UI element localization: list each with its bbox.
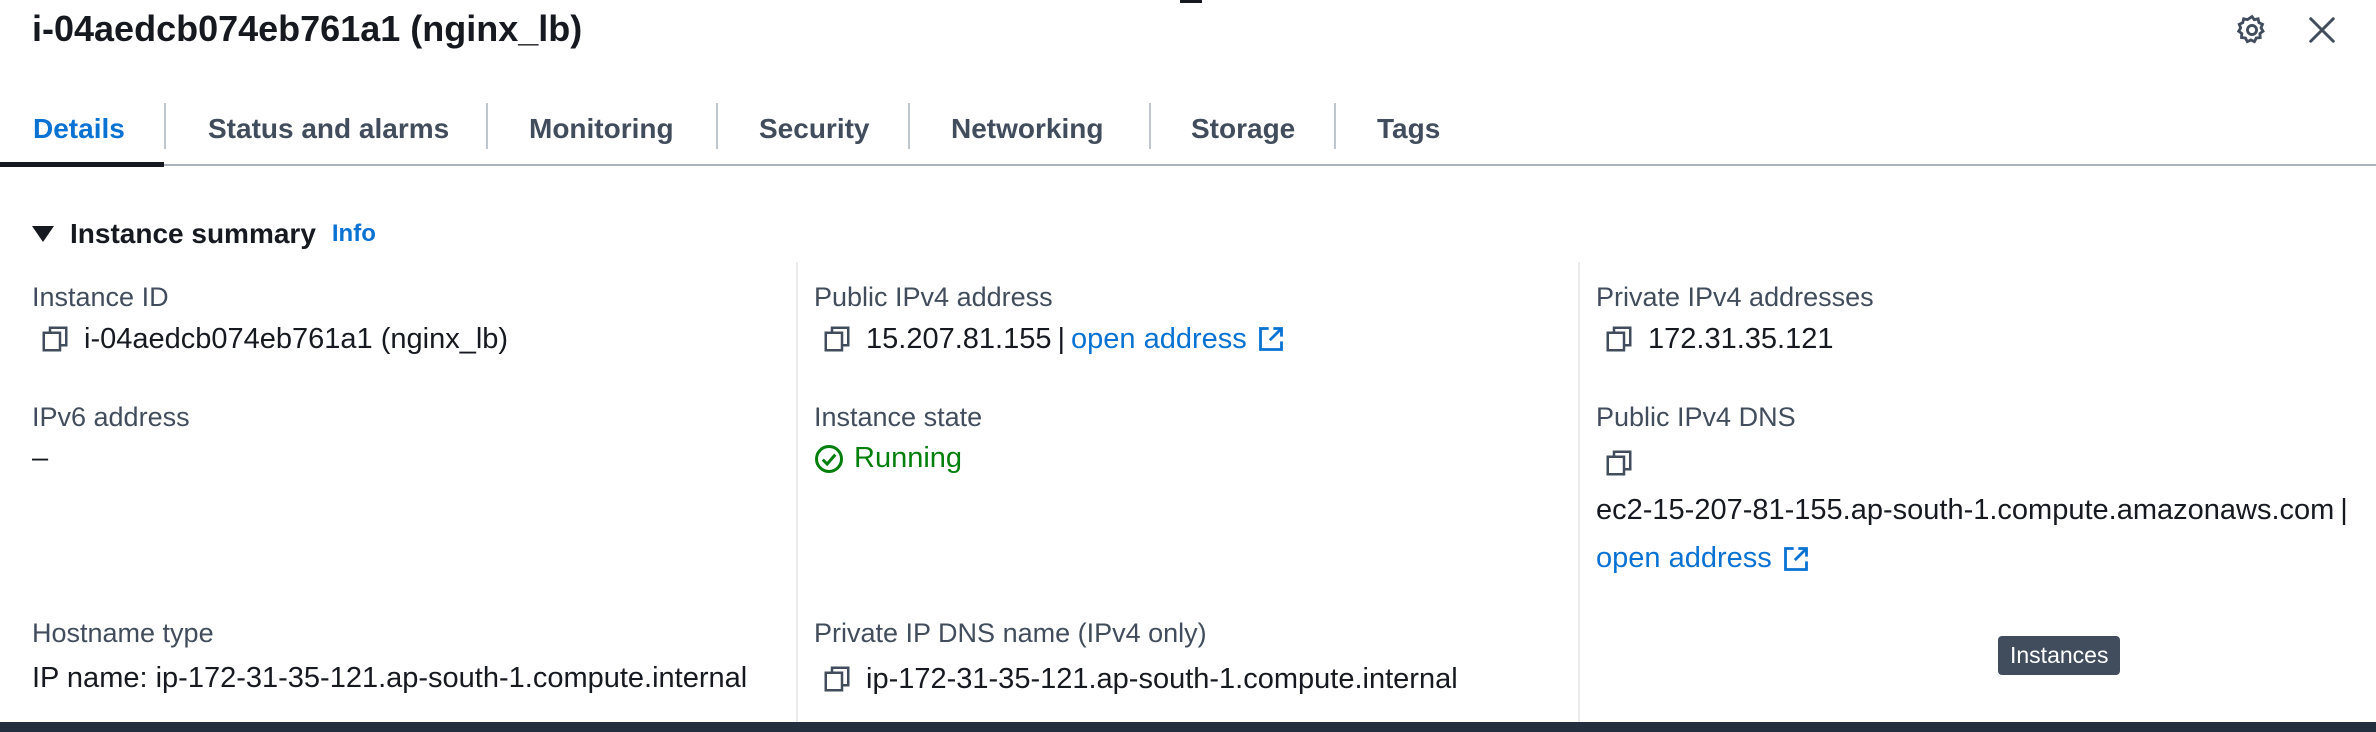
tab-monitoring[interactable]: Monitoring (529, 96, 674, 162)
private-ipv4-value: 172.31.35.121 (1602, 322, 1833, 356)
tab-status-and-alarms[interactable]: Status and alarms (208, 96, 449, 162)
close-button[interactable] (2298, 6, 2346, 54)
top-drag-marker (1180, 0, 1202, 3)
private-dns-value: ip-172-31-35-121.ap-south-1.compute.inte… (820, 662, 1458, 696)
caret-down-icon[interactable] (32, 226, 54, 242)
copy-icon[interactable] (1602, 322, 1636, 356)
hostname-type-label: Hostname type (32, 618, 214, 648)
public-ipv4-text: 15.207.81.155 (866, 322, 1052, 355)
tab-divider (716, 103, 718, 149)
info-link[interactable]: Info (332, 220, 376, 248)
tab-divider (1334, 103, 1336, 149)
public-dns-label: Public IPv4 DNS (1596, 402, 1796, 432)
open-address-text: open address (1071, 322, 1247, 355)
ipv6-value: – (32, 442, 49, 474)
tab-tags[interactable]: Tags (1377, 96, 1440, 162)
value-separator: | (2340, 494, 2348, 526)
tab-divider (1149, 103, 1151, 149)
open-address-link[interactable]: open address (1596, 542, 1810, 575)
column-divider (796, 262, 798, 724)
tab-divider (908, 103, 910, 149)
status-check-icon (814, 444, 844, 474)
tab-security[interactable]: Security (759, 96, 870, 162)
open-address-link[interactable]: open address (1071, 323, 1285, 356)
column-divider (1578, 262, 1580, 724)
public-dns-copy (1602, 446, 1648, 480)
copy-icon[interactable] (1602, 446, 1636, 480)
settings-button[interactable] (2228, 6, 2276, 54)
public-ipv4-value: 15.207.81.155 | open address (820, 322, 1285, 356)
private-ipv4-text: 172.31.35.121 (1648, 322, 1834, 355)
tab-networking[interactable]: Networking (951, 96, 1103, 162)
private-dns-text: ip-172-31-35-121.ap-south-1.compute.inte… (866, 662, 1458, 695)
value-separator: | (1057, 322, 1066, 355)
external-link-icon (1257, 325, 1285, 353)
ipv6-label: IPv6 address (32, 402, 190, 432)
close-icon (2309, 17, 2335, 43)
instance-state-label: Instance state (814, 402, 983, 432)
tab-divider (486, 103, 488, 149)
public-dns-value: ec2-15-207-81-155.ap-south-1.compute.ama… (1596, 494, 2354, 527)
bottom-bar (0, 722, 2376, 732)
copy-icon[interactable] (820, 662, 854, 696)
instance-state-text: Running (854, 442, 963, 474)
tab-details[interactable]: Details (33, 96, 125, 162)
tab-storage[interactable]: Storage (1191, 96, 1295, 162)
active-tab-indicator (0, 162, 164, 167)
open-address-text: open address (1596, 542, 1772, 574)
instance-id-text: i-04aedcb074eb761a1 (nginx_lb) (84, 322, 509, 355)
tab-divider (164, 103, 166, 149)
hostname-type-value: IP name: ip-172-31-35-121.ap-south-1.com… (32, 662, 748, 694)
copy-icon[interactable] (38, 322, 72, 356)
public-dns-link-row: open address (1596, 542, 1810, 575)
gear-icon (2236, 14, 2265, 44)
tab-bar: Details Status and alarms Monitoring Sec… (0, 96, 2376, 167)
instance-id-value: i-04aedcb074eb761a1 (nginx_lb) (38, 322, 508, 356)
instance-id-label: Instance ID (32, 282, 169, 312)
private-ipv4-label: Private IPv4 addresses (1596, 282, 1874, 312)
instance-summary-header: Instance summary Info (32, 218, 376, 250)
copy-icon[interactable] (820, 322, 854, 356)
public-ipv4-label: Public IPv4 address (814, 282, 1053, 312)
instances-tooltip: Instances (1998, 636, 2121, 675)
external-link-icon (1782, 545, 1810, 573)
page-title: i-04aedcb074eb761a1 (nginx_lb) (32, 8, 583, 49)
public-dns-text: ec2-15-207-81-155.ap-south-1.compute.ama… (1596, 494, 2335, 526)
private-dns-label: Private IP DNS name (IPv4 only) (814, 618, 1207, 648)
instance-state-value: Running (814, 442, 962, 475)
section-title[interactable]: Instance summary (70, 218, 316, 250)
